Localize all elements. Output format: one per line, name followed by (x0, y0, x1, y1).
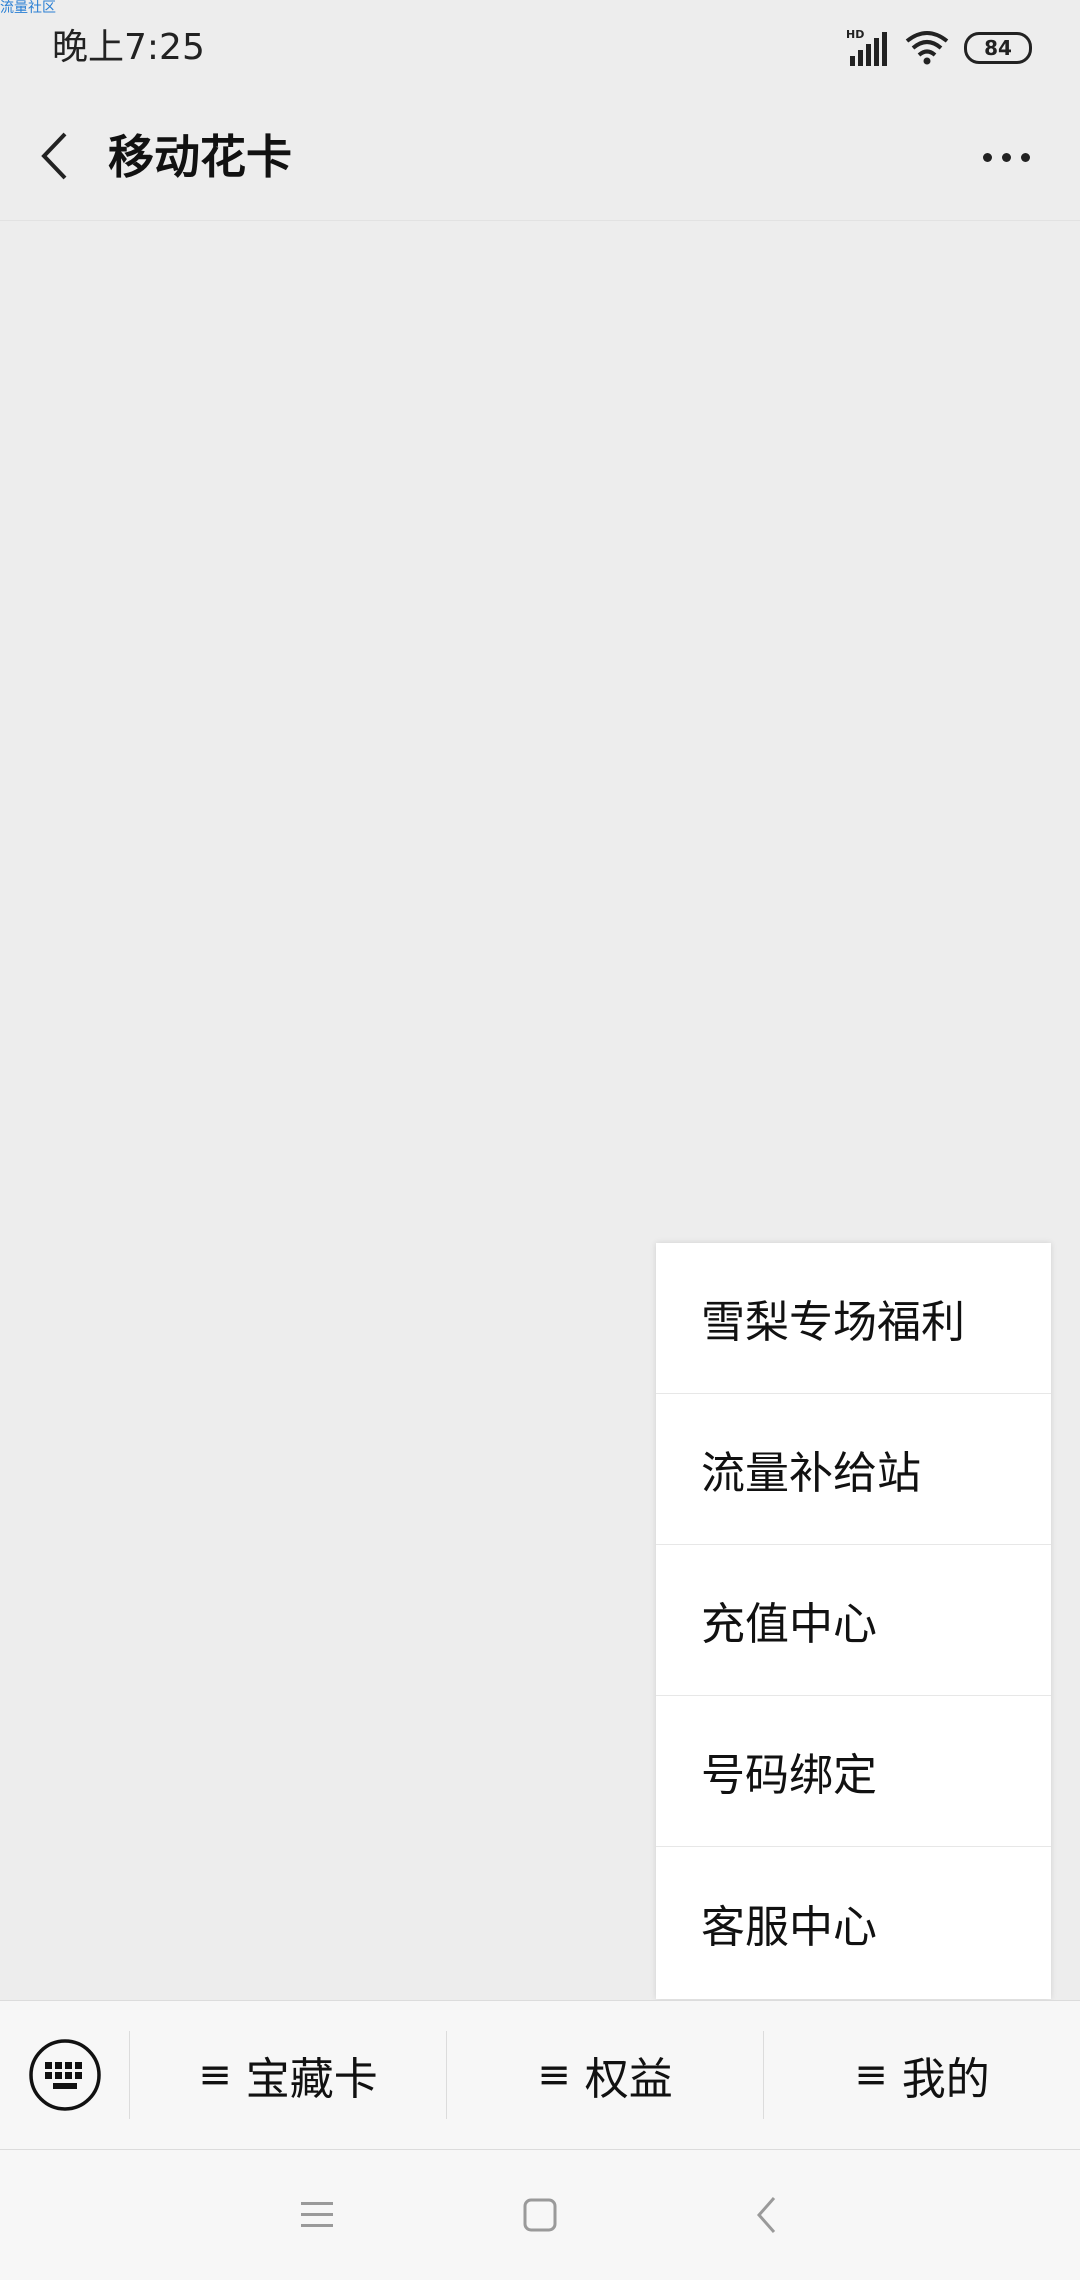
bottom-menu-bar: ≡ 宝藏卡 ≡ 权益 ≡ 我的 (0, 2000, 1080, 2150)
menu-lines-icon: ≡ (854, 2052, 888, 2098)
back-button[interactable] (24, 120, 84, 192)
nav-back-button[interactable] (736, 2185, 796, 2245)
menu-item-recharge-center[interactable]: 充值中心 (656, 1545, 1051, 1696)
hd-label: HD (846, 28, 864, 41)
more-dots-icon (982, 152, 992, 162)
nav-menu-icon (301, 2202, 333, 2227)
status-bar: 晚上7:25 HD 84 (0, 0, 1080, 96)
battery-indicator: 84 (964, 32, 1032, 64)
status-icons: HD 84 (846, 26, 1032, 70)
tab-label: 宝藏卡 (245, 2054, 378, 2105)
menu-item-data-supply[interactable]: 流量补给站 (656, 1394, 1051, 1545)
menu-item-xueli-welfare[interactable]: 雪梨专场福利 (656, 1243, 1051, 1394)
popup-menu: 雪梨专场福利 流量补给站 充值中心 号码绑定 客服中心 (656, 1243, 1051, 1999)
page-title: 移动花卡 (108, 130, 292, 184)
menu-lines-icon: ≡ (537, 2052, 571, 2098)
more-dot (1020, 152, 1030, 162)
wifi-icon (905, 31, 949, 65)
title-bar: 移动花卡 (0, 96, 1080, 221)
nav-home-button[interactable] (510, 2185, 570, 2245)
nav-menu-button[interactable] (287, 2185, 347, 2245)
keyboard-toggle-button[interactable] (28, 2038, 102, 2112)
menu-lines-icon: ≡ (198, 2052, 232, 2098)
more-dot (1001, 152, 1011, 162)
menu-item-number-binding[interactable]: 号码绑定 (656, 1696, 1051, 1847)
tab-label: 权益 (584, 2054, 673, 2105)
battery-level: 84 (984, 36, 1012, 60)
tab-benefits[interactable]: ≡ 权益 (447, 2001, 763, 2149)
tab-label: 我的 (901, 2054, 990, 2105)
status-time: 晚上7:25 (52, 27, 205, 68)
nav-home-icon (523, 2198, 557, 2232)
tab-treasure-card[interactable]: ≡ 宝藏卡 (130, 2001, 446, 2149)
menu-item-customer-service[interactable]: 客服中心 (656, 1847, 1051, 1998)
keyboard-icon (29, 2039, 101, 2111)
nav-back-icon (756, 2197, 776, 2233)
back-arrow-icon (41, 132, 67, 180)
tab-mine[interactable]: ≡ 我的 (764, 2001, 1080, 2149)
signal-icon: HD (846, 28, 887, 66)
system-nav-bar (0, 2150, 1080, 2280)
more-button[interactable] (956, 122, 1056, 192)
